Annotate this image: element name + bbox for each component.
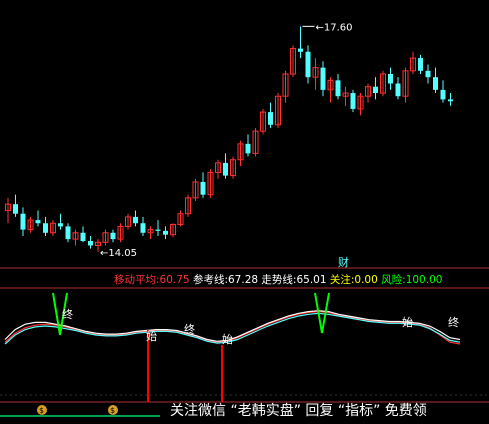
candle-body	[395, 83, 401, 97]
legend-trend-value: 65.01	[296, 274, 327, 286]
candle-body	[200, 181, 206, 195]
money-bag-symbol: $	[110, 406, 115, 415]
candle-body	[388, 73, 393, 84]
stock-chart: ←17.60 ←14.05 终始终始始终财 $ $ 移动平均:60.75 参考线:67.…	[0, 0, 489, 424]
candle-body	[425, 70, 431, 78]
candle-body	[35, 220, 41, 224]
indicator-text-label: 终	[448, 315, 459, 329]
legend-focus-value: 0.00	[354, 274, 378, 286]
legend-ma-value: 60.75	[159, 274, 190, 286]
low-price-label: ←14.05	[100, 248, 137, 259]
money-bag-symbol: $	[39, 406, 44, 415]
indicator-text-label: 始	[146, 329, 157, 343]
candle-body	[163, 230, 168, 235]
candle-body	[305, 51, 311, 78]
indicator-text-label: 终	[184, 322, 195, 336]
candle-body	[155, 229, 161, 231]
chart-canvas: ←17.60←14.05终始终始始 终财$ $	[0, 22, 489, 417]
legend-ma-label: 移动平均:	[114, 274, 160, 286]
candle-body	[245, 143, 251, 154]
candle-body	[268, 112, 273, 125]
candle-body	[43, 223, 48, 233]
legend-ref-label: 参考线:	[192, 274, 228, 286]
high-price-label: ←17.60	[316, 22, 353, 33]
watermark-text: 关注微信 “老韩实盘” 回复 “指标” 免费领	[170, 403, 427, 419]
legend-risk-value: 100.00	[405, 274, 443, 286]
candle-body	[80, 232, 86, 242]
candle-body	[20, 213, 26, 230]
candle-body	[58, 223, 63, 227]
finance-marker-label: 财	[338, 255, 349, 269]
indicator-legend: 移动平均:60.75 参考线:67.28 走势线:65.01 关注:0.00 风…	[114, 272, 442, 287]
indicator-text-label: 始	[222, 332, 233, 346]
indicator-text-label: 终	[62, 307, 73, 321]
candle-body	[448, 99, 453, 102]
candle-body	[88, 241, 93, 246]
candle-body	[350, 93, 356, 109]
candle-body	[110, 232, 116, 240]
candle-body	[433, 77, 438, 90]
candle-body	[335, 80, 341, 97]
legend-focus-label: 关注:	[329, 274, 355, 286]
candle-body	[418, 58, 423, 71]
legend-risk-label: 风险:	[381, 274, 406, 286]
legend-ref-value: 67.28	[228, 274, 259, 286]
indicator-text-label: 始	[402, 315, 413, 329]
candle-body	[13, 204, 18, 214]
legend-trend-label: 走势线:	[261, 274, 297, 286]
candle-body	[140, 223, 146, 233]
candle-body	[373, 86, 378, 94]
candle-body	[298, 48, 303, 52]
candle-body	[223, 162, 228, 176]
candle-body	[133, 216, 138, 224]
candle-body	[320, 67, 326, 90]
candle-body	[65, 226, 71, 240]
candle-body	[440, 89, 446, 100]
